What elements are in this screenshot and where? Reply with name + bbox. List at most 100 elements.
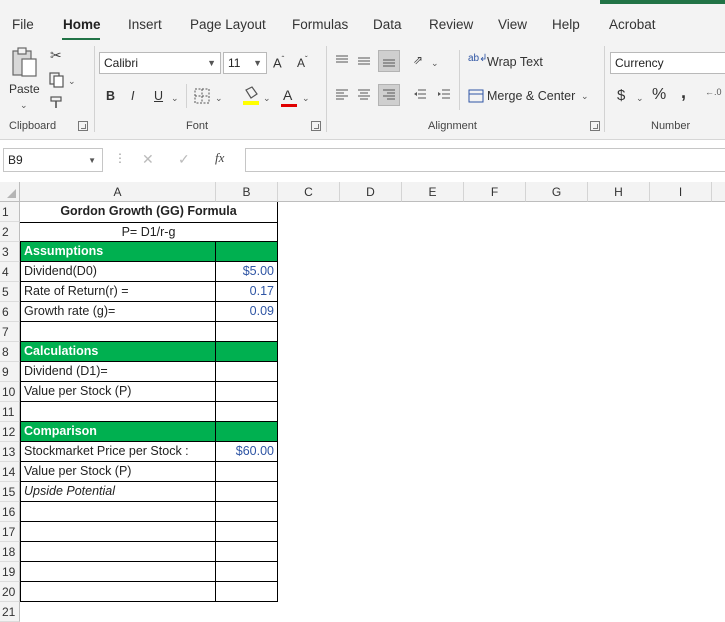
calculations-header-b[interactable] <box>216 342 278 362</box>
row-header[interactable]: 11 <box>0 402 20 422</box>
tab-page-layout[interactable]: Page Layout <box>190 17 266 32</box>
table-cell[interactable] <box>216 562 278 582</box>
upside-potential-value[interactable] <box>216 482 278 502</box>
table-cell[interactable] <box>216 402 278 422</box>
table-cell[interactable] <box>20 522 216 542</box>
orientation-dropdown-icon[interactable]: ⌄ <box>431 58 439 69</box>
column-header-h[interactable]: H <box>588 182 650 202</box>
paste-button[interactable]: Paste ⌄ <box>6 46 42 110</box>
table-cell[interactable] <box>216 542 278 562</box>
increase-font-size-icon[interactable]: Aˆ <box>273 55 284 70</box>
currency-format-icon[interactable]: $ <box>617 87 625 104</box>
dividend-d0-value[interactable]: $5.00 <box>216 262 278 282</box>
value-per-stock-value[interactable] <box>216 382 278 402</box>
orientation-icon[interactable]: ⇗ <box>413 54 423 66</box>
row-header[interactable]: 20 <box>0 582 20 602</box>
table-cell[interactable] <box>216 582 278 602</box>
fill-color-dropdown-icon[interactable]: ⌄ <box>263 93 271 104</box>
market-price-label[interactable]: Stockmarket Price per Stock : <box>20 442 216 462</box>
table-cell[interactable] <box>20 542 216 562</box>
align-right-button[interactable] <box>378 84 400 106</box>
sheet-title[interactable]: Gordon Growth (GG) Formula <box>20 202 278 222</box>
row-header[interactable]: 19 <box>0 562 20 582</box>
cut-icon[interactable]: ✂ <box>50 48 62 62</box>
copy-dropdown-icon[interactable]: ⌄ <box>68 76 76 87</box>
column-header-c[interactable]: C <box>278 182 340 202</box>
growth-rate-label[interactable]: Growth rate (g)= <box>20 302 216 322</box>
column-header-i[interactable]: I <box>650 182 712 202</box>
middle-align-icon[interactable] <box>357 54 371 68</box>
name-box[interactable]: B9 ▼ <box>3 148 103 172</box>
tab-file[interactable]: File <box>12 17 34 32</box>
tab-help[interactable]: Help <box>552 17 580 32</box>
borders-icon[interactable] <box>194 88 210 104</box>
tab-insert[interactable]: Insert <box>128 17 162 32</box>
row-header[interactable]: 9 <box>0 362 20 382</box>
font-color-icon[interactable]: A <box>283 87 292 103</box>
market-price-value[interactable]: $60.00 <box>216 442 278 462</box>
format-painter-icon[interactable] <box>50 96 66 110</box>
column-header-a[interactable]: A <box>20 182 216 202</box>
table-cell[interactable] <box>20 402 216 422</box>
font-launcher-icon[interactable] <box>311 121 321 131</box>
tab-review[interactable]: Review <box>429 17 473 32</box>
row-header[interactable]: 17 <box>0 522 20 542</box>
clipboard-launcher-icon[interactable] <box>78 121 88 131</box>
dividend-d0-label[interactable]: Dividend(D0) <box>20 262 216 282</box>
comma-style-icon[interactable]: , <box>681 82 686 103</box>
row-header[interactable]: 16 <box>0 502 20 522</box>
column-header-d[interactable]: D <box>340 182 402 202</box>
tab-acrobat[interactable]: Acrobat <box>609 17 656 32</box>
cancel-entry-icon[interactable]: ✕ <box>142 152 154 166</box>
bottom-align-button[interactable] <box>378 50 400 72</box>
row-header[interactable]: 5 <box>0 282 20 302</box>
assumptions-header-b[interactable] <box>216 242 278 262</box>
font-color-dropdown-icon[interactable]: ⌄ <box>302 93 310 104</box>
decrease-font-size-icon[interactable]: Aˇ <box>297 55 308 70</box>
formula-input[interactable] <box>245 148 725 172</box>
rate-of-return-value[interactable]: 0.17 <box>216 282 278 302</box>
wrap-text-button[interactable]: ab↲ Wrap Text <box>466 52 546 72</box>
dividend-d1-label[interactable]: Dividend (D1)= <box>20 362 216 382</box>
column-header-f[interactable]: F <box>464 182 526 202</box>
tab-formulas[interactable]: Formulas <box>292 17 348 32</box>
row-header[interactable]: 7 <box>0 322 20 342</box>
dividend-d1-value[interactable] <box>216 362 278 382</box>
tab-data[interactable]: Data <box>373 17 402 32</box>
table-cell[interactable] <box>20 502 216 522</box>
row-header[interactable]: 12 <box>0 422 20 442</box>
decrease-indent-icon[interactable] <box>413 88 427 102</box>
copy-icon[interactable] <box>49 72 65 88</box>
value-per-stock-label[interactable]: Value per Stock (P) <box>20 382 216 402</box>
column-header-g[interactable]: G <box>526 182 588 202</box>
increase-decimal-icon[interactable]: ←.0 <box>705 87 722 97</box>
currency-format-dropdown-icon[interactable]: ⌄ <box>636 93 644 104</box>
tab-home[interactable]: Home <box>63 17 101 32</box>
confirm-entry-icon[interactable]: ✓ <box>178 152 190 166</box>
row-header[interactable]: 3 <box>0 242 20 262</box>
row-header[interactable]: 1 <box>0 202 20 222</box>
row-header[interactable]: 21 <box>0 602 20 622</box>
percent-style-icon[interactable]: % <box>652 86 666 104</box>
comparison-header-b[interactable] <box>216 422 278 442</box>
font-size-select[interactable]: 11 ▼ <box>223 52 267 74</box>
row-header[interactable]: 8 <box>0 342 20 362</box>
row-header[interactable]: 6 <box>0 302 20 322</box>
column-header-e[interactable]: E <box>402 182 464 202</box>
underline-button[interactable]: U <box>154 89 163 103</box>
row-header[interactable]: 13 <box>0 442 20 462</box>
row-header[interactable]: 14 <box>0 462 20 482</box>
value-per-stock-value-2[interactable] <box>216 462 278 482</box>
insert-function-icon[interactable]: fx <box>215 151 224 164</box>
row-header[interactable]: 18 <box>0 542 20 562</box>
alignment-launcher-icon[interactable] <box>590 121 600 131</box>
assumptions-header[interactable]: Assumptions <box>20 242 216 262</box>
increase-indent-icon[interactable] <box>437 88 451 102</box>
value-per-stock-label-2[interactable]: Value per Stock (P) <box>20 462 216 482</box>
tab-view[interactable]: View <box>498 17 527 32</box>
align-left-icon[interactable] <box>335 88 349 102</box>
table-cell[interactable] <box>20 582 216 602</box>
rate-of-return-label[interactable]: Rate of Return(r) = <box>20 282 216 302</box>
borders-dropdown-icon[interactable]: ⌄ <box>215 93 223 104</box>
italic-button[interactable]: I <box>131 89 134 103</box>
